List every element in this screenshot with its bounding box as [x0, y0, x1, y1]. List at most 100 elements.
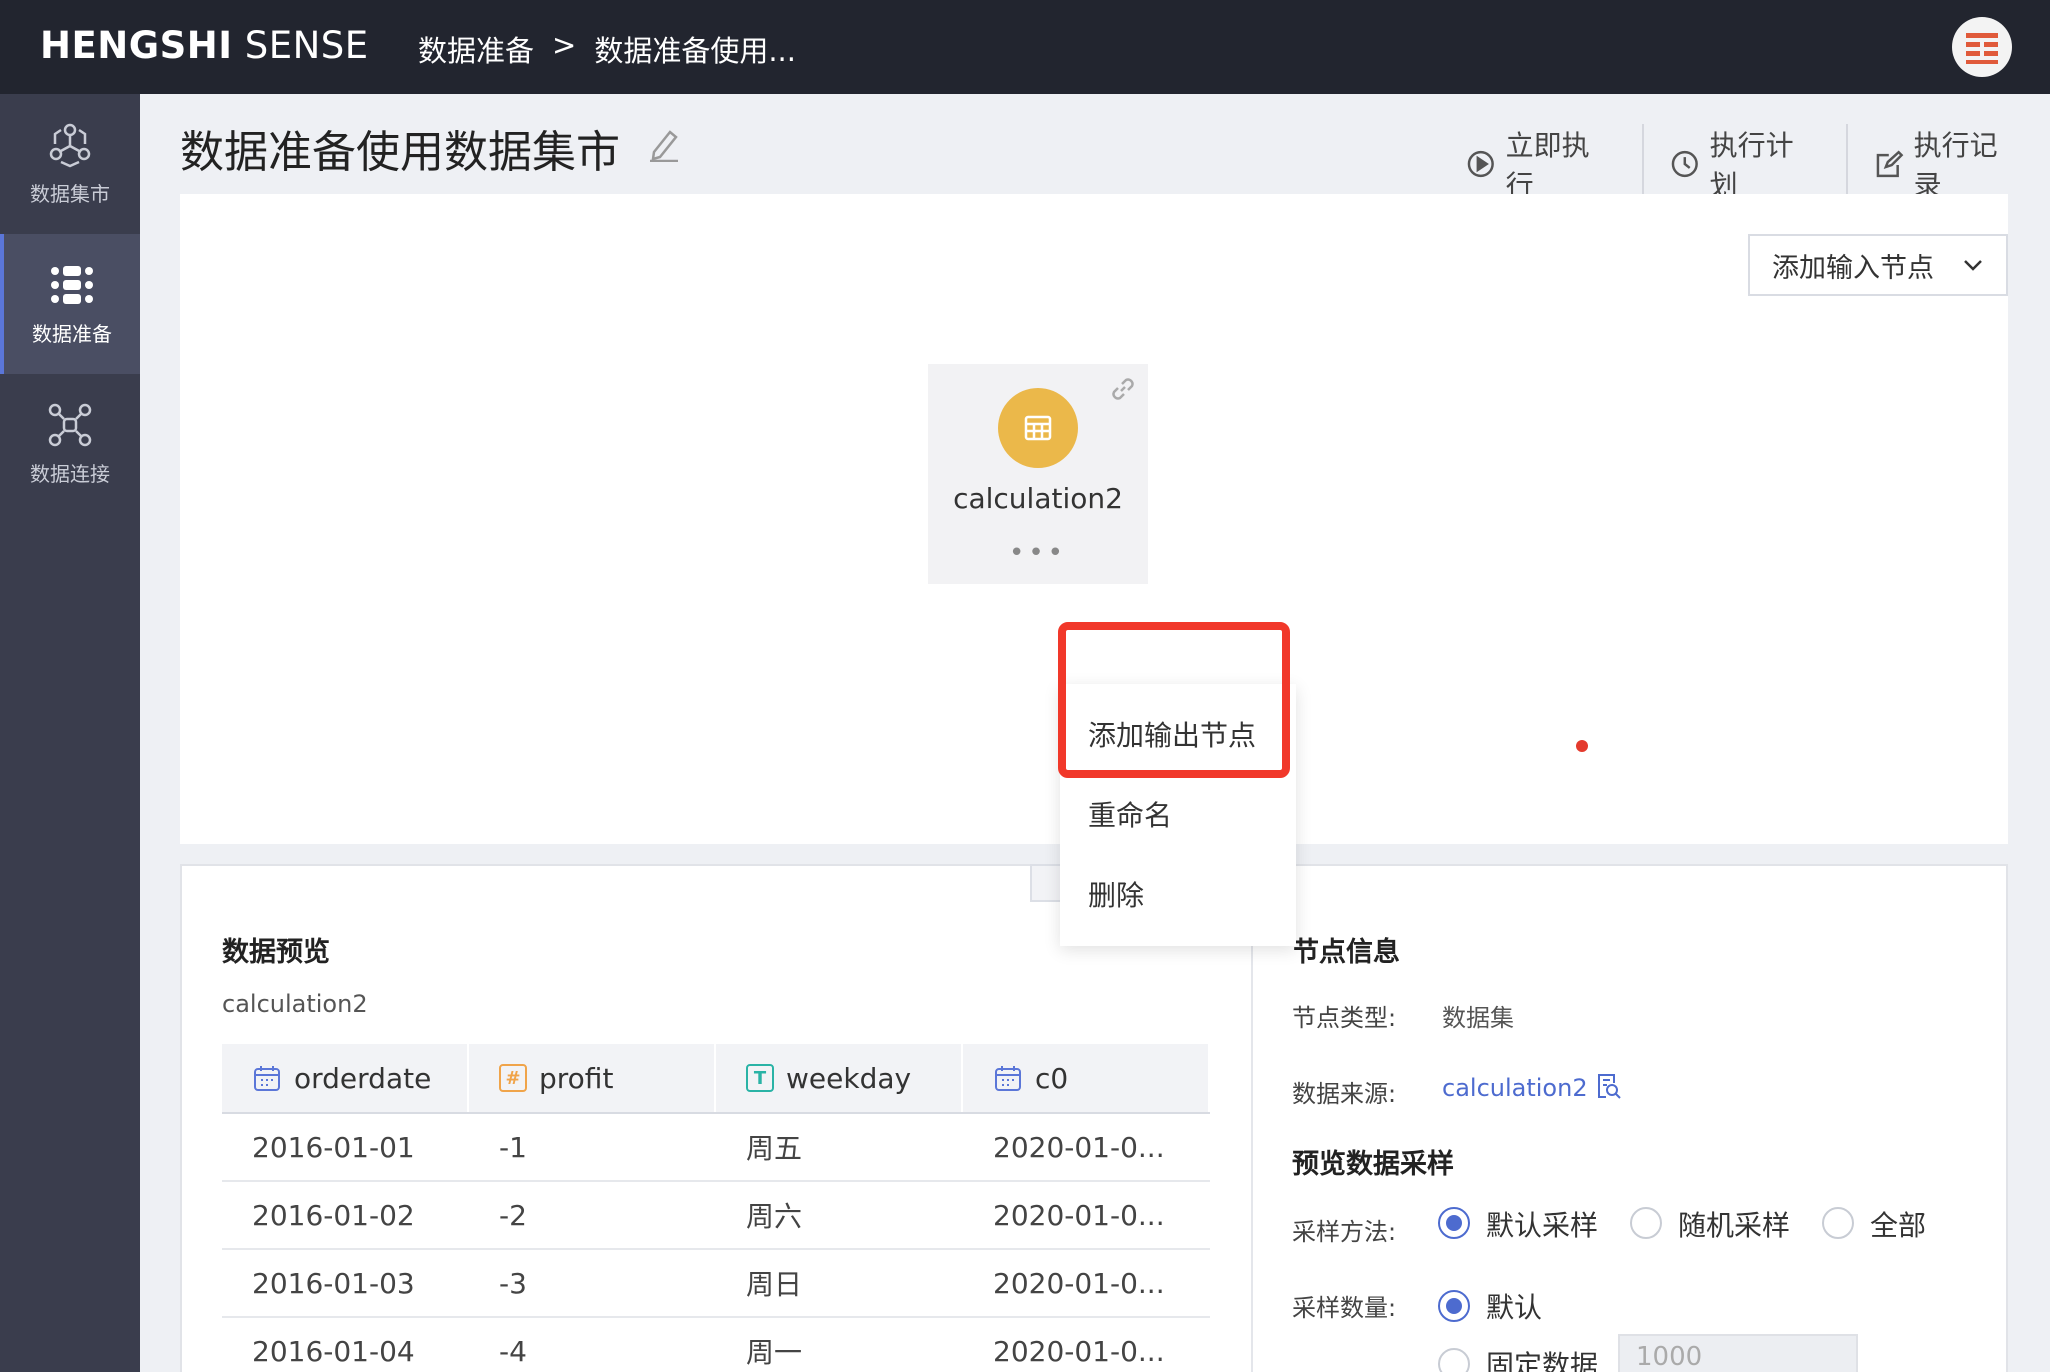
column-header[interactable]: T weekday — [716, 1044, 963, 1112]
run-now-label: 立即执行 — [1505, 129, 1590, 202]
table-header: orderdate # profit T weekday c0 — [222, 1044, 1210, 1114]
radio-label: 默认采样 — [1486, 1209, 1599, 1242]
text-type-icon: T — [746, 1064, 774, 1092]
schedule-button[interactable]: 执行计划 — [1642, 124, 1846, 204]
sidebar-item-data-prep[interactable]: 数据准备 — [0, 234, 140, 374]
sidebar-item-data-market[interactable]: 数据集市 — [0, 94, 140, 234]
fixed-count-input[interactable]: 1000 — [1618, 1334, 1858, 1372]
column-name: orderdate — [294, 1061, 432, 1095]
chevron-down-icon — [1964, 260, 1982, 271]
radio-random-sampling[interactable] — [1630, 1207, 1662, 1239]
table-cell: 周六 — [746, 1200, 803, 1233]
column-name: c0 — [1035, 1061, 1069, 1095]
table-cell: 周一 — [746, 1336, 803, 1369]
data-source-label: 数据来源: — [1292, 1080, 1397, 1108]
prep-flow-icon — [51, 265, 93, 304]
avatar[interactable] — [1952, 17, 2012, 77]
dataset-node[interactable]: calculation2 ••• — [928, 364, 1148, 584]
highlight-box — [1058, 622, 1290, 778]
table-row: 2016-01-01 -1 周五 2020-01-0... — [222, 1114, 1210, 1182]
column-header[interactable]: c0 — [963, 1044, 1210, 1112]
node-label: calculation2 — [953, 482, 1123, 515]
panel-divider — [1251, 926, 1253, 1372]
table-row: 2016-01-04 -4 周一 2020-01-0... — [222, 1318, 1210, 1372]
radio-label: 默认 — [1486, 1291, 1543, 1324]
run-log-label: 执行记录 — [1913, 129, 1998, 202]
data-source-link[interactable]: calculation2 — [1442, 1074, 1588, 1102]
sample-count-label: 采样数量: — [1292, 1294, 1397, 1322]
number-type-icon: # — [499, 1064, 527, 1092]
table-row: 2016-01-03 -3 周日 2020-01-0... — [222, 1250, 1210, 1318]
link-icon — [1112, 378, 1134, 400]
table-cell: 2016-01-02 — [252, 1198, 415, 1232]
column-header[interactable]: orderdate — [222, 1044, 469, 1112]
table-cell: 2020-01-0... — [993, 1334, 1165, 1368]
clock-icon — [1671, 150, 1698, 178]
user-avatar-icon — [1966, 33, 1998, 64]
run-log-button[interactable]: 执行记录 — [1846, 124, 2050, 204]
radio-label: 随机采样 — [1678, 1209, 1791, 1242]
menu-item-rename[interactable]: 重命名 — [1088, 794, 1172, 834]
hex-network-icon — [49, 123, 91, 167]
table-icon — [1024, 415, 1052, 441]
node-link-button[interactable] — [1108, 374, 1138, 408]
sidebar: 数据集市 数据准备 数据连接 — [0, 94, 140, 1372]
page-title: 数据准备使用数据集市 — [180, 127, 620, 178]
breadcrumb: 数据准备 > 数据准备使用... — [418, 28, 796, 70]
node-type-label: 节点类型: — [1292, 1004, 1397, 1032]
radio-all[interactable] — [1822, 1207, 1854, 1239]
calendar-icon — [254, 1066, 280, 1091]
column-header[interactable]: # profit — [469, 1044, 716, 1112]
preview-table: orderdate # profit T weekday c0 2016-01-… — [222, 1044, 1210, 1372]
toolbar: 立即执行 执行计划 执行记录 — [1440, 124, 2050, 204]
edit-title-button[interactable] — [646, 126, 680, 166]
node-type-value: 数据集 — [1442, 1004, 1514, 1032]
preview-title: 数据预览 — [222, 937, 330, 968]
add-input-node-dropdown[interactable]: 添加输入节点 — [1748, 234, 2008, 296]
sidebar-item-label: 数据集市 — [30, 181, 110, 206]
column-name: weekday — [786, 1061, 912, 1095]
sampling-title: 预览数据采样 — [1292, 1149, 1454, 1180]
table-cell: -4 — [499, 1334, 527, 1368]
preview-dataset-name: calculation2 — [222, 990, 368, 1018]
table-cell: 2020-01-0... — [993, 1130, 1165, 1164]
menu-item-delete[interactable]: 删除 — [1088, 874, 1144, 914]
node-more-button[interactable]: ••• — [928, 538, 1148, 568]
sidebar-item-label: 数据准备 — [32, 321, 112, 346]
table-cell: -1 — [499, 1130, 527, 1164]
run-now-button[interactable]: 立即执行 — [1440, 124, 1642, 204]
node-info-title: 节点信息 — [1292, 937, 1400, 968]
sidebar-item-data-connection[interactable]: 数据连接 — [0, 374, 140, 514]
table-cell: 周日 — [746, 1268, 803, 1301]
table-cell: 2016-01-04 — [252, 1334, 415, 1368]
top-bar: HENGSHI SENSE 数据准备 > 数据准备使用... — [0, 0, 2050, 94]
brand-bold: HENGSHI — [40, 24, 233, 67]
table-cell: -2 — [499, 1198, 527, 1232]
table-cell: -3 — [499, 1266, 527, 1300]
cursor-indicator — [1576, 740, 1588, 752]
node-icon-circle — [998, 388, 1078, 468]
table-cell: 2020-01-0... — [993, 1198, 1165, 1232]
search-document-icon — [1598, 1074, 1621, 1099]
add-input-node-label: 添加输入节点 — [1772, 252, 1934, 284]
radio-default-count[interactable] — [1438, 1290, 1470, 1322]
view-source-button[interactable] — [1596, 1072, 1622, 1104]
sidebar-item-label: 数据连接 — [30, 461, 110, 486]
play-circle-icon — [1467, 150, 1494, 178]
brand-logo[interactable]: HENGSHI SENSE — [40, 24, 369, 67]
brand-light: SENSE — [232, 24, 369, 67]
table-row: 2016-01-02 -2 周六 2020-01-0... — [222, 1182, 1210, 1250]
breadcrumb-separator: > — [552, 28, 577, 62]
pencil-icon — [650, 130, 678, 163]
table-cell: 2016-01-03 — [252, 1266, 415, 1300]
breadcrumb-root[interactable]: 数据准备 — [418, 28, 534, 70]
table-cell: 2016-01-01 — [252, 1130, 415, 1164]
radio-label: 固定数据 — [1486, 1349, 1599, 1372]
radio-fixed-count[interactable] — [1438, 1348, 1470, 1372]
table-cell: 2020-01-0... — [993, 1266, 1165, 1300]
breadcrumb-current: 数据准备使用... — [594, 34, 796, 68]
radio-default-sampling[interactable] — [1438, 1207, 1470, 1239]
calendar-icon — [995, 1066, 1021, 1091]
table-cell: 周五 — [746, 1132, 803, 1165]
column-name: profit — [539, 1061, 614, 1095]
